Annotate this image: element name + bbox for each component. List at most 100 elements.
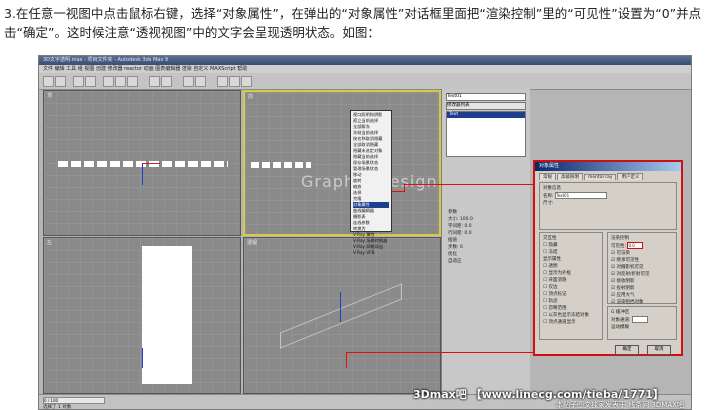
viewport-label: 顶: [47, 93, 53, 99]
group-title: G 缓冲区: [611, 310, 630, 315]
viewport-top[interactable]: 顶: [43, 90, 241, 236]
redo-icon[interactable]: [55, 76, 66, 87]
callout-line: [392, 191, 404, 192]
display-prop-option[interactable]: ☐ 背面消隐: [543, 277, 599, 284]
display-prop-option[interactable]: ☐ 仅边: [543, 284, 599, 291]
parameter-row: 字间距: 0.0: [448, 224, 472, 229]
parameter-row: 自适应: [448, 259, 462, 264]
angle-snap-icon[interactable]: [161, 76, 172, 87]
rotate-icon[interactable]: [115, 76, 126, 87]
freeze-label: 冻结: [548, 250, 558, 255]
dialog-tab[interactable]: 常规: [539, 173, 556, 180]
rendering-control-group: 渲染控制 可见性: 0.0 ☑ 可渲染 ☑ 继承可见性 ☑ 对摄影机可见 ☑ 对反射/…: [607, 232, 677, 306]
stack-item[interactable]: Text: [447, 112, 525, 118]
dialog-tabs: 常规 高级照明 mental ray 用户定义: [539, 173, 677, 181]
viewport-left[interactable]: 左: [43, 237, 241, 394]
render-option[interactable]: ☑ 渲染阻挡对象: [611, 299, 673, 306]
display-prop-option[interactable]: ☐ 顶点标记: [543, 291, 599, 298]
render-option[interactable]: ☑ 应用大气: [611, 292, 673, 299]
name-label: 名称:: [543, 194, 554, 199]
app-menu-bar[interactable]: 文件 编辑 工具 组 视图 创建 修改器 reactor 动画 图表编辑器 渲染…: [39, 65, 691, 73]
dialog-tab[interactable]: 用户定义: [617, 173, 644, 180]
callout-line: [404, 184, 534, 185]
undo-icon[interactable]: [43, 76, 54, 87]
context-menu-item[interactable]: V-Ray VFB: [353, 250, 389, 256]
viewport-front[interactable]: 前: [243, 90, 441, 236]
select-icon[interactable]: [73, 76, 84, 87]
group-title: 交互性: [543, 236, 557, 241]
display-prop-option[interactable]: ☐ 轨迹: [543, 298, 599, 305]
object-channel-label: 对象通道:: [611, 318, 631, 323]
group-title: 显示属性: [543, 257, 561, 262]
render-options-list: ☑ 可渲染 ☑ 继承可见性 ☑ 对摄影机可见 ☑ 对反射/折射可见 ☑ 接收阴影 ☑ 投射…: [611, 250, 673, 306]
status-text: 选择了 1 对象: [43, 405, 72, 410]
callout-line: [346, 352, 347, 368]
gizmo-axis-z: [142, 348, 143, 368]
snap-icon[interactable]: [149, 76, 160, 87]
display-prop-option[interactable]: ☐ 顶点通道显示: [543, 319, 599, 326]
render-option[interactable]: ☑ 对摄影机可见: [611, 264, 673, 271]
viewport-label: 左: [47, 240, 53, 246]
right-click-quad-menu[interactable]: 视口照明和阴影 孤立当前选择 全部解冻 冻结当前选择 按名称取消隐藏 全部取消隐藏 隐藏未选…: [350, 110, 392, 255]
select-by-name-icon[interactable]: [85, 76, 96, 87]
material-editor-icon[interactable]: [217, 76, 228, 87]
display-props-list: ☐ 透明 ☐ 显示为外框 ☐ 背面消隐 ☐ 仅边 ☐ 顶点标记 ☐ 轨迹 ☐ 忽略范围 ☐ 以…: [543, 263, 599, 326]
object-channel-field[interactable]: [631, 316, 648, 323]
parameter-row: 步数: 6: [448, 245, 463, 250]
gbuffer-group: G 缓冲区 对象通道: 运动模糊: [607, 306, 677, 340]
gizmo-axis-x: [142, 163, 160, 164]
viewport-label: 前: [248, 94, 254, 100]
group-title: 对象信息: [543, 186, 561, 191]
viewport-perspective[interactable]: 透视: [243, 237, 441, 394]
modifier-list-dropdown[interactable]: 修改器列表: [446, 102, 526, 110]
max-screenshot: 3D文字透明.max - 项目文件夹 - Autodesk 3ds Max 9 …: [38, 55, 692, 410]
dialog-tab[interactable]: mental ray: [584, 174, 617, 180]
frame-counter[interactable]: 0 / 100: [43, 397, 105, 404]
align-icon[interactable]: [195, 76, 206, 87]
display-prop-option[interactable]: ☐ 显示为外框: [543, 270, 599, 277]
render-option[interactable]: ☑ 对反射/折射可见: [611, 271, 673, 278]
command-panel: Text01 修改器列表 Text 参数 大小: 100.0 字间距: 0.0 行间距…: [441, 89, 530, 394]
text-object-front[interactable]: [251, 162, 311, 168]
visibility-spinner[interactable]: 0.0: [627, 242, 644, 249]
parameter-row: 行间距: 0.0: [448, 231, 472, 236]
text-object-left[interactable]: [142, 246, 192, 384]
ok-button[interactable]: 确定: [615, 345, 639, 355]
visibility-label: 可见性:: [611, 244, 627, 249]
text-object-top[interactable]: [58, 161, 228, 167]
parameter-row: 参数: [448, 210, 457, 215]
cancel-button[interactable]: 取消: [647, 345, 671, 355]
display-prop-option[interactable]: ☐ 以灰色显示冻结对象: [543, 312, 599, 319]
render-option[interactable]: ☑ 可渲染: [611, 250, 673, 257]
object-name-field[interactable]: Text01: [446, 93, 526, 101]
checkbox[interactable]: ☐: [543, 250, 547, 255]
quick-render-icon[interactable]: [241, 76, 252, 87]
dialog-tab[interactable]: 高级照明: [557, 173, 583, 180]
gizmo-axis-y: [142, 163, 143, 185]
display-prop-option[interactable]: ☐ 透明: [543, 263, 599, 270]
render-option[interactable]: ☑ 继承可见性: [611, 257, 673, 264]
checkbox[interactable]: ☐: [543, 243, 547, 248]
render-option[interactable]: ☑ 接收阴影: [611, 278, 673, 285]
scale-icon[interactable]: [127, 76, 138, 87]
parameters-rollout: 参数 大小: 100.0 字间距: 0.0 行间距: 0.0 插值 步数: 6 优化 自适应: [448, 209, 524, 265]
display-prop-option[interactable]: ☐ 忽略范围: [543, 305, 599, 312]
footer-sub-watermark: 本贴子图文独家发表于 线条网 3DMAX吧: [556, 401, 684, 409]
mirror-icon[interactable]: [183, 76, 194, 87]
callout-line: [404, 184, 405, 192]
move-icon[interactable]: [103, 76, 114, 87]
display-properties-group: 交互性 ☐ 隐藏 ☐ 冻结 显示属性 ☐ 透明 ☐ 显示为外框 ☐ 背面消隐 ☐ 仅边…: [539, 232, 603, 340]
name-field[interactable]: Text01: [554, 192, 607, 199]
render-option[interactable]: ☑ 投射阴影: [611, 285, 673, 292]
viewport-label: 透视: [247, 240, 258, 246]
dimensions-label: 尺寸:: [543, 201, 554, 206]
modifier-stack[interactable]: Text: [446, 111, 526, 157]
render-setup-icon[interactable]: [229, 76, 240, 87]
main-toolbar: [39, 73, 691, 90]
group-title: 运动模糊: [611, 325, 629, 330]
instruction-caption: 3.在任意一视图中点击鼠标右键，选择“对象属性”，在弹出的“对象属性”对话框里面…: [4, 6, 702, 40]
app-title-bar: 3D文字透明.max - 项目文件夹 - Autodesk 3ds Max 9: [39, 56, 691, 65]
object-properties-dialog: 对象属性 常规 高级照明 mental ray 用户定义 对象信息 名称: Text0…: [533, 160, 683, 356]
dialog-title: 对象属性: [535, 162, 681, 171]
parameter-row: 优化: [448, 252, 457, 257]
